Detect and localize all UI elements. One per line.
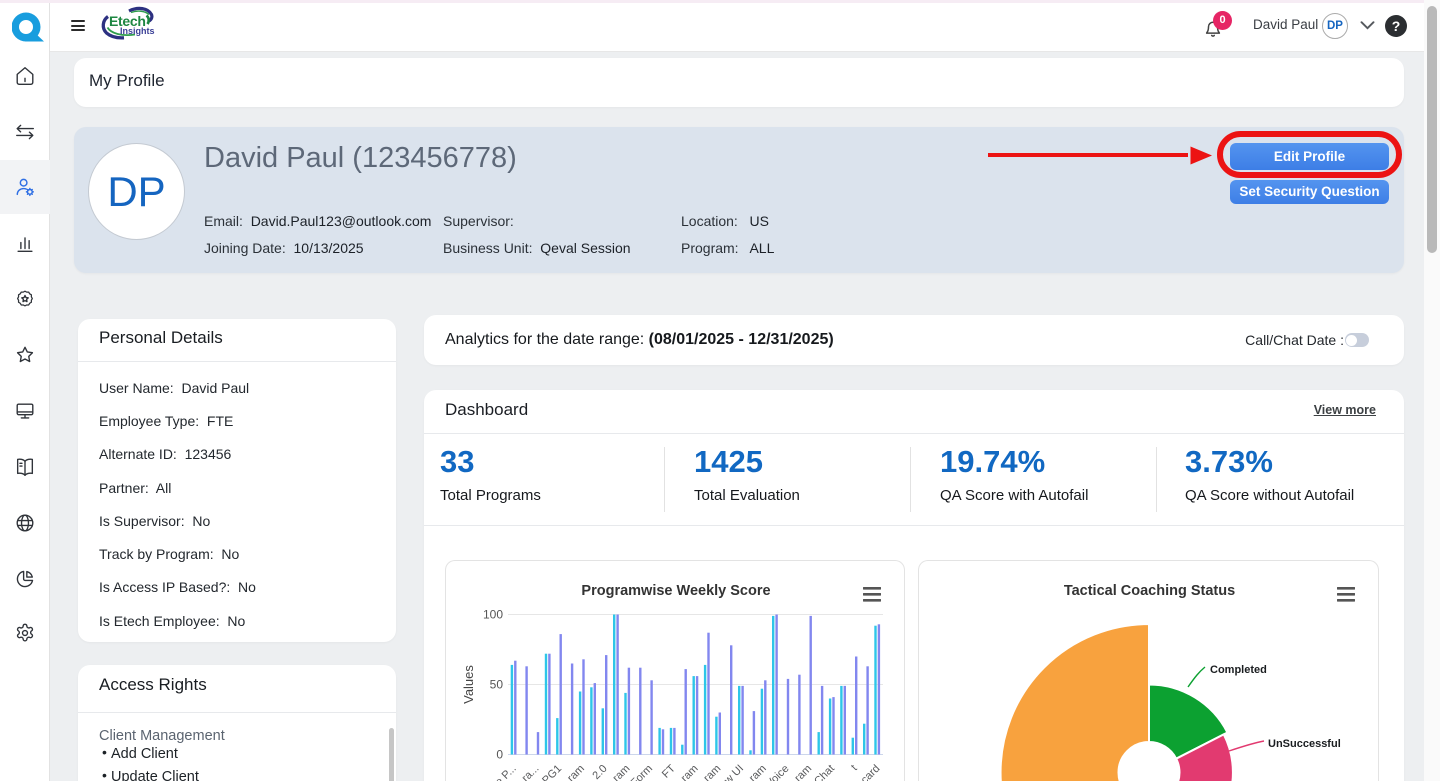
svg-text:e P...: e P...: [493, 762, 519, 781]
svg-text:100: 100: [483, 607, 503, 621]
svg-text:ram: ram: [611, 762, 633, 781]
svg-text:PG1: PG1: [540, 762, 564, 781]
svg-text:t: t: [849, 762, 860, 773]
svg-text:ram: ram: [701, 762, 723, 781]
svg-text:Chat: Chat: [812, 762, 837, 781]
svg-text:ram: ram: [747, 762, 769, 781]
svg-text:ram: ram: [792, 762, 814, 781]
svg-text:ram: ram: [565, 762, 587, 781]
svg-text:Completed: Completed: [1210, 664, 1267, 676]
svg-text:50: 50: [490, 677, 504, 691]
svg-text:ra...: ra...: [520, 762, 542, 781]
svg-text:FT: FT: [660, 762, 678, 780]
svg-text:0: 0: [496, 747, 503, 761]
svg-text:2.0: 2.0: [590, 762, 609, 781]
svg-text:ram: ram: [679, 762, 701, 781]
svg-text:Form: Form: [628, 762, 655, 781]
svg-text:card: card: [859, 762, 883, 781]
svg-text:Values: Values: [461, 664, 476, 703]
svg-text:UnSuccessful: UnSuccessful: [1268, 738, 1341, 750]
svg-text:w UI: w UI: [721, 762, 746, 781]
svg-text:Voice: Voice: [764, 762, 792, 781]
svg-text:Insights: Insights: [120, 26, 155, 36]
